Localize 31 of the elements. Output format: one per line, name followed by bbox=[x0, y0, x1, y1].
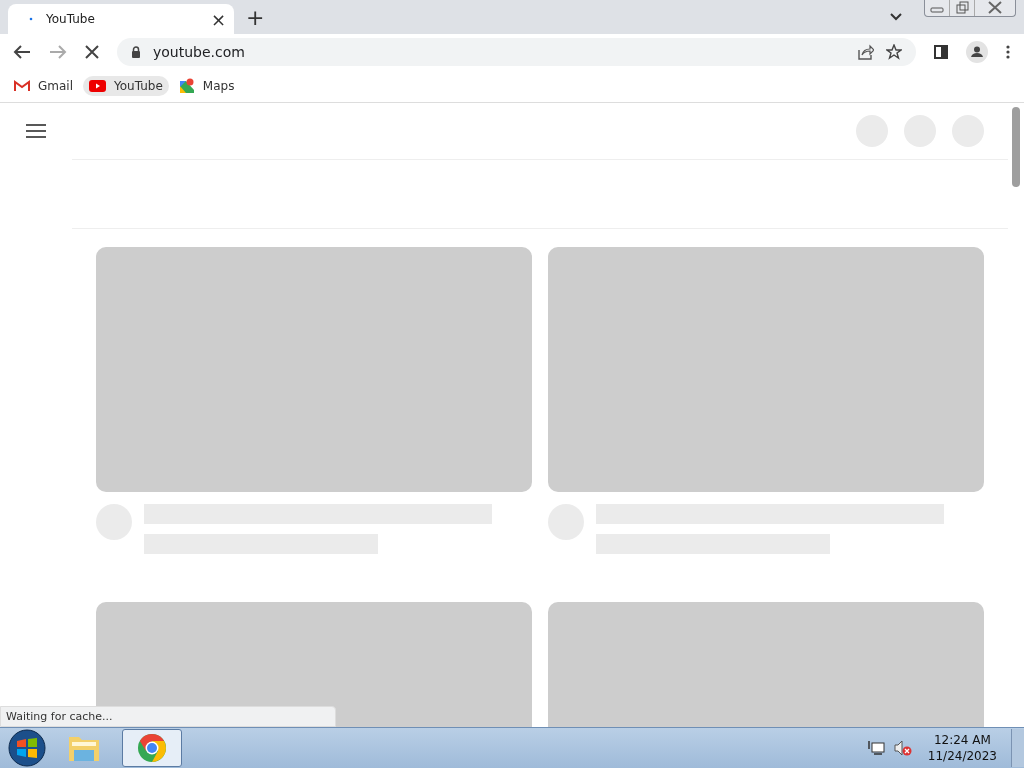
tab-search-icon[interactable] bbox=[890, 13, 902, 21]
menu-icon[interactable] bbox=[26, 124, 46, 138]
close-tab-button[interactable]: × bbox=[210, 8, 226, 30]
network-icon[interactable] bbox=[867, 740, 886, 756]
clock[interactable]: 12:24 AM 11/24/2023 bbox=[927, 732, 997, 764]
lock-icon bbox=[131, 46, 141, 58]
back-icon[interactable] bbox=[13, 44, 31, 60]
stop-icon[interactable] bbox=[85, 45, 99, 59]
map-pin-icon bbox=[178, 78, 195, 94]
play-icon bbox=[89, 80, 106, 92]
scrollbar-thumb[interactable] bbox=[1012, 107, 1020, 187]
tab-title: YouTube bbox=[46, 12, 96, 26]
bookmark[interactable]: YouTube bbox=[83, 76, 169, 96]
profile-icon[interactable] bbox=[966, 41, 988, 63]
volume-muted-icon[interactable] bbox=[893, 740, 912, 756]
menu-icon[interactable] bbox=[1006, 45, 1010, 59]
folder-icon bbox=[68, 734, 100, 762]
status-bubble: Waiting for cache... bbox=[0, 706, 336, 727]
side-panel-icon[interactable] bbox=[934, 45, 948, 59]
address-bar[interactable]: youtube.com bbox=[117, 38, 916, 66]
browser-tab[interactable]: YouTube × bbox=[8, 4, 234, 34]
loading-icon bbox=[28, 16, 34, 22]
star-icon[interactable] bbox=[886, 44, 902, 60]
taskbar-button[interactable] bbox=[122, 729, 182, 767]
chrome-icon bbox=[137, 733, 167, 763]
envelope-icon bbox=[14, 80, 30, 92]
start-button[interactable] bbox=[8, 729, 46, 767]
share-icon[interactable] bbox=[858, 44, 874, 60]
new-tab-button[interactable]: + bbox=[246, 4, 265, 30]
bookmark[interactable]: Maps bbox=[172, 75, 241, 97]
bookmark[interactable]: Gmail bbox=[8, 76, 79, 96]
